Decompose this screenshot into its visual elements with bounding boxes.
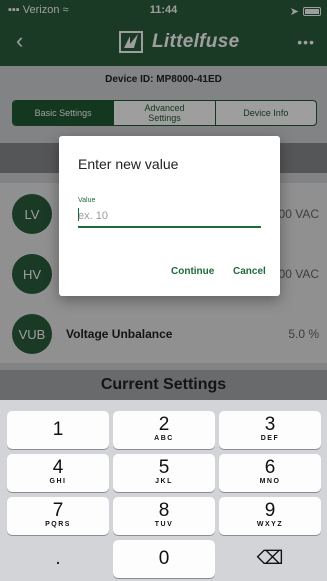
backspace-icon: ⌫ bbox=[256, 548, 284, 569]
key-2-letters: ABC bbox=[154, 435, 174, 442]
key-0[interactable]: 0 bbox=[113, 540, 215, 578]
key-6-letters: MNO bbox=[259, 478, 281, 485]
key-8-letters: TUV bbox=[154, 521, 174, 528]
enter-value-dialog: Enter new value Value Continue Cancel bbox=[59, 136, 280, 296]
numeric-keypad: 1 2 ABC 3 DEF 4 GHI 5 JKL 6 MNO 7 PQRS 8… bbox=[0, 403, 327, 581]
text-caret bbox=[78, 208, 79, 221]
cancel-button[interactable]: Cancel bbox=[233, 266, 266, 277]
continue-button[interactable]: Continue bbox=[171, 266, 214, 277]
key-6[interactable]: 6 MNO bbox=[219, 454, 321, 492]
key-9-letters: WXYZ bbox=[256, 521, 284, 528]
key-8-number: 8 bbox=[158, 500, 170, 521]
key-backspace[interactable]: ⌫ bbox=[219, 540, 321, 578]
key-8[interactable]: 8 TUV bbox=[113, 497, 215, 535]
key-4[interactable]: 4 GHI bbox=[7, 454, 109, 492]
value-field-label: Value bbox=[78, 197, 96, 204]
key-decimal-label: . bbox=[55, 548, 61, 569]
key-decimal[interactable]: . bbox=[7, 540, 109, 578]
key-3-letters: DEF bbox=[260, 435, 280, 442]
key-2[interactable]: 2 ABC bbox=[113, 411, 215, 449]
dialog-title: Enter new value bbox=[78, 156, 179, 172]
key-5[interactable]: 5 JKL bbox=[113, 454, 215, 492]
key-9[interactable]: 9 WXYZ bbox=[219, 497, 321, 535]
key-6-number: 6 bbox=[264, 457, 276, 478]
key-5-number: 5 bbox=[158, 457, 170, 478]
key-9-number: 9 bbox=[264, 500, 276, 521]
value-input[interactable] bbox=[78, 206, 261, 228]
key-7-number: 7 bbox=[52, 500, 64, 521]
key-5-letters: JKL bbox=[155, 478, 173, 485]
key-4-letters: GHI bbox=[49, 478, 67, 485]
key-3[interactable]: 3 DEF bbox=[219, 411, 321, 449]
key-1[interactable]: 1 bbox=[7, 411, 109, 449]
key-3-number: 3 bbox=[264, 414, 276, 435]
key-0-label: 0 bbox=[158, 548, 170, 569]
key-1-label: 1 bbox=[52, 419, 64, 440]
key-7-letters: PQRS bbox=[45, 521, 71, 528]
key-2-number: 2 bbox=[158, 414, 170, 435]
key-7[interactable]: 7 PQRS bbox=[7, 497, 109, 535]
key-4-number: 4 bbox=[52, 457, 64, 478]
